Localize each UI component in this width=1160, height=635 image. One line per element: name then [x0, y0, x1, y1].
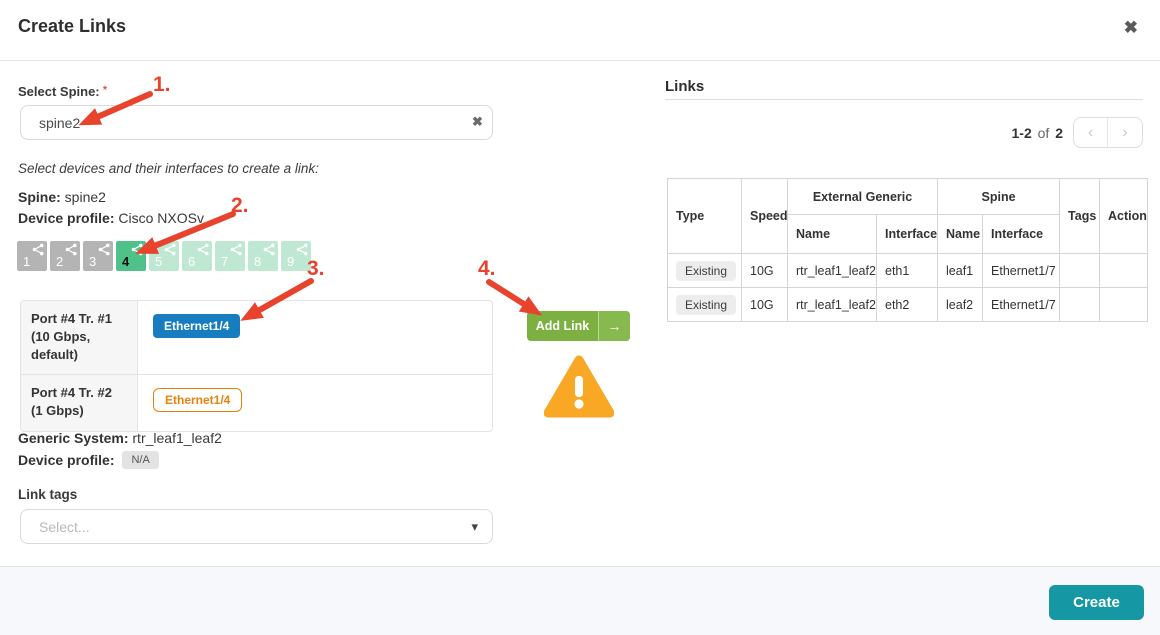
links-divider: [665, 99, 1143, 100]
col-header-external-generic: External Generic: [788, 179, 938, 215]
links-heading: Links: [665, 78, 704, 95]
transform-label: Port #4 Tr. #1 (10 Gbps, default): [21, 301, 138, 374]
col-header-eg-name: Name: [788, 215, 877, 254]
port-button-3[interactable]: 3: [83, 241, 113, 271]
chevron-right-icon[interactable]: ›: [1108, 118, 1142, 147]
col-header-spine-interface: Interface: [983, 215, 1060, 254]
create-button[interactable]: Create: [1049, 585, 1144, 620]
port-button-7[interactable]: 7: [215, 241, 245, 271]
col-header-speed: Speed: [742, 179, 788, 254]
port-button-2[interactable]: 2: [50, 241, 80, 271]
port-button-8[interactable]: 8: [248, 241, 278, 271]
generic-device-profile-info: Device profile: N/A: [18, 451, 159, 469]
col-header-actions: Actions: [1100, 179, 1148, 254]
transform-label: Port #4 Tr. #2 (1 Gbps): [21, 375, 138, 431]
network-icon: [32, 243, 45, 256]
port-button-1[interactable]: 1: [17, 241, 47, 271]
header-divider: [0, 60, 1160, 61]
interface-badge-available[interactable]: Ethernet1/4: [153, 388, 242, 412]
required-asterisk: *: [103, 83, 108, 97]
interface-badge-selected[interactable]: Ethernet1/4: [153, 314, 240, 338]
dialog-footer: [0, 566, 1160, 635]
page-title: Create Links: [18, 16, 126, 37]
link-tags-select[interactable]: Select... ▾: [20, 509, 493, 544]
warning-icon: [544, 355, 614, 419]
col-header-eg-interface: Interface: [877, 215, 938, 254]
transform-row-2: Port #4 Tr. #2 (1 Gbps) Ethernet1/4: [21, 375, 492, 431]
na-badge: N/A: [122, 451, 158, 469]
annotation-label-1: 1.: [153, 73, 171, 96]
pager-buttons: ‹ ›: [1073, 117, 1143, 148]
network-icon: [263, 243, 276, 256]
port-selector: 1 2 3 4 5 6 7 8 9: [17, 241, 311, 271]
network-icon: [197, 243, 210, 256]
port-button-6[interactable]: 6: [182, 241, 212, 271]
network-icon: [164, 243, 177, 256]
annotation-label-2: 2.: [231, 194, 249, 217]
table-row: Existing 10G rtr_leaf1_leaf2 eth2 leaf2 …: [668, 288, 1148, 322]
port-button-4[interactable]: 4: [116, 241, 146, 271]
annotation-arrow-4: [489, 282, 527, 306]
pagination: 1-2 of 2 ‹ ›: [665, 117, 1143, 148]
network-icon: [296, 243, 309, 256]
port-button-5[interactable]: 5: [149, 241, 179, 271]
clear-icon[interactable]: ✖: [472, 114, 483, 130]
transform-row-1: Port #4 Tr. #1 (10 Gbps, default) Ethern…: [21, 301, 492, 375]
chevron-down-icon: ▾: [471, 519, 478, 535]
status-badge: Existing: [676, 295, 736, 315]
page-range: 1-2 of 2: [1012, 125, 1064, 141]
table-row: Existing 10G rtr_leaf1_leaf2 eth1 leaf1 …: [668, 254, 1148, 288]
col-header-tags: Tags: [1060, 179, 1100, 254]
device-profile-info: Device profile: Cisco NXOSv: [18, 210, 204, 226]
col-header-type: Type: [668, 179, 742, 254]
instruction-note: Select devices and their interfaces to c…: [18, 161, 319, 176]
select-placeholder: Select...: [39, 519, 471, 535]
link-tags-label: Link tags: [18, 487, 77, 502]
generic-system-info: Generic System: rtr_leaf1_leaf2: [18, 430, 222, 446]
links-table: Type Speed External Generic Spine Tags A…: [667, 178, 1148, 322]
port-transform-table: Port #4 Tr. #1 (10 Gbps, default) Ethern…: [20, 300, 493, 432]
network-icon: [65, 243, 78, 256]
arrow-right-icon: →: [598, 311, 630, 341]
add-link-button[interactable]: Add Link →: [527, 311, 630, 341]
spine-info: Spine: spine2: [18, 189, 106, 205]
status-badge: Existing: [676, 261, 736, 281]
col-header-spine-name: Name: [938, 215, 983, 254]
port-button-9[interactable]: 9: [281, 241, 311, 271]
select-spine-label: Select Spine:*: [18, 83, 107, 101]
col-header-spine: Spine: [938, 179, 1060, 215]
annotation-label-4: 4.: [478, 257, 496, 280]
network-icon: [131, 243, 144, 256]
chevron-left-icon[interactable]: ‹: [1074, 118, 1108, 147]
network-icon: [230, 243, 243, 256]
spine-input[interactable]: [20, 105, 493, 140]
network-icon: [98, 243, 111, 256]
close-icon[interactable]: ✖: [1124, 18, 1138, 38]
